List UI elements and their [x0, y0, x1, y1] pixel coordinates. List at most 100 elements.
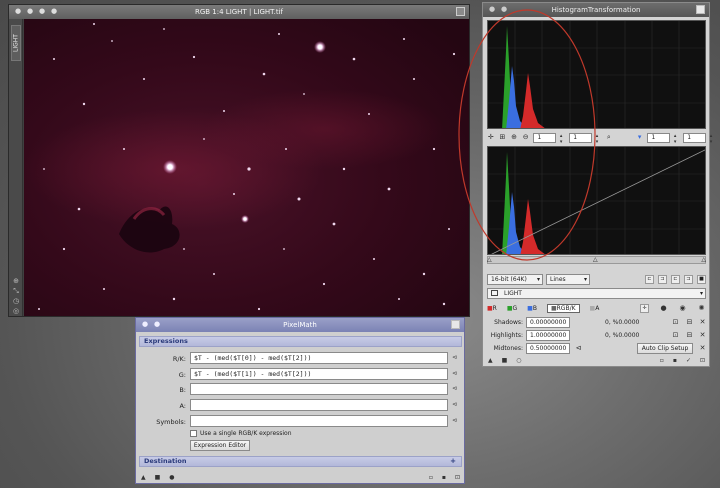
apply-global-icon[interactable]: ● [169, 474, 174, 481]
new-instance-icon[interactable]: ▲ [488, 357, 493, 364]
view-tab-light[interactable]: LIGHT [11, 25, 21, 61]
highlights-clip-icon[interactable]: ⊟ [685, 331, 694, 340]
shadows-clip-readout: 0, %0.0000 [605, 319, 640, 326]
highlights-arrow-icon[interactable]: ✕ [698, 331, 707, 340]
pixelmath-window-titlebar[interactable]: ● ● PixelMath [136, 318, 464, 332]
dot-icon[interactable]: ● [659, 304, 668, 313]
view-select[interactable]: LIGHT [487, 288, 706, 299]
target-icon[interactable]: ◉ [678, 304, 687, 313]
depth-select[interactable]: 16-bit (64K) [487, 274, 543, 285]
shadows-field[interactable]: 0.00000000 [526, 317, 570, 328]
expand-icon[interactable]: + [450, 457, 456, 466]
apply-icon[interactable]: ■ [155, 474, 161, 481]
zoom-v2-spinner[interactable]: 1 [683, 132, 714, 145]
sun-icon[interactable]: ✺ [697, 304, 706, 313]
options-icon[interactable]: ⊡ [700, 357, 705, 364]
midtones-reset-icon[interactable]: ⊲ [574, 344, 583, 353]
apply-icon[interactable]: ■ [502, 357, 508, 364]
highlights-field[interactable]: 1.00000000 [526, 330, 570, 341]
image-window-titlebar[interactable]: ● ● ● ● RGB 1:4 LIGHT | LIGHT.tif [9, 5, 469, 19]
b-arrow-icon[interactable]: ⊲ [452, 385, 457, 392]
shadows-clip-icon[interactable]: ⊟ [685, 318, 694, 327]
pixelmath-window[interactable]: ● ● PixelMath Expressions R/K: $T - (med… [135, 317, 465, 484]
shrink-icon[interactable]: ⤡ [12, 287, 20, 295]
image-canvas[interactable] [24, 19, 469, 316]
readout-icon[interactable]: ■ [697, 275, 706, 284]
shade-icon[interactable]: ● [27, 8, 33, 15]
symbols-arrow-icon[interactable]: ⊲ [452, 417, 457, 424]
options-icon[interactable]: ▪ [442, 474, 446, 481]
close-icon[interactable]: ● [15, 8, 21, 15]
rk-expression-input[interactable]: $T - (med($T[0]) - med($T[2])) [190, 352, 448, 364]
maximize-icon[interactable]: ● [51, 8, 57, 15]
channel-r[interactable]: ■R [487, 305, 497, 312]
highlights-label: Highlights: [490, 332, 523, 339]
shadows-reset-icon[interactable]: ⊡ [671, 318, 680, 327]
image-icon [491, 290, 498, 296]
shadows-label: Shadows: [494, 319, 523, 326]
image-side-bar: LIGHT ⊕ ⤡ ◷ ◎ [9, 19, 23, 316]
highlights-row: Highlights: 1.00000000 0, %0.0000 ⊡ ⊟ ✕ [487, 330, 706, 342]
view-select-value: LIGHT [504, 290, 522, 297]
nav-icon[interactable]: ◎ [12, 307, 20, 315]
zoom-icon[interactable]: ⊕ [12, 277, 20, 285]
pixelmath-window-title: PixelMath [283, 321, 317, 329]
graph-style-select[interactable]: Lines [546, 274, 590, 285]
a-arrow-icon[interactable]: ⊲ [452, 401, 457, 408]
single-expression-option[interactable]: Use a single RGB/K expression [190, 430, 292, 437]
window-menu-icon[interactable] [451, 320, 460, 329]
symbols-input[interactable] [190, 415, 448, 427]
destination-section-header[interactable]: Destination + [139, 456, 462, 467]
highlights-reset-icon[interactable]: ⊡ [671, 331, 680, 340]
apply-global-icon[interactable]: ○ [516, 357, 521, 364]
expression-editor-button[interactable]: Expression Editor [190, 440, 250, 451]
shadows-arrow-icon[interactable]: ✕ [698, 318, 707, 327]
single-expression-checkbox[interactable] [190, 430, 197, 437]
channel-rgbk[interactable]: ■RGB/K [546, 304, 580, 313]
auto-clip-setup-button[interactable]: Auto Clip Setup [637, 343, 693, 354]
single-expression-label: Use a single RGB/K expression [200, 430, 292, 437]
highlights-handle-icon[interactable]: △ [701, 257, 706, 263]
shade-icon[interactable]: ● [154, 321, 160, 328]
plot-icon[interactable]: ▾ [636, 133, 644, 142]
search-icon[interactable]: ⌕ [605, 133, 613, 142]
info-icon[interactable]: ⊡ [455, 474, 460, 481]
preview-icon[interactable]: ▫ [660, 357, 664, 364]
a-label: A: [179, 402, 186, 410]
image-window[interactable]: ● ● ● ● RGB 1:4 LIGHT | LIGHT.tif LIGHT … [8, 4, 470, 317]
properties-icon[interactable]: ◷ [12, 297, 20, 305]
window-menu-icon[interactable] [696, 5, 705, 14]
pixelmath-bottom-bar: ▲ ■ ● ▫ ▪ ⊡ [136, 471, 464, 483]
a-expression-input[interactable] [190, 399, 448, 411]
b-label: B: [179, 386, 186, 394]
rk-arrow-icon[interactable]: ⊲ [452, 354, 457, 361]
annotation-ellipse [458, 9, 596, 261]
midtones-arrow-icon[interactable]: ✕ [698, 344, 707, 353]
channel-a[interactable]: ■A [590, 305, 600, 312]
graph-icon[interactable]: ⊐ [684, 275, 693, 284]
midtones-field[interactable]: 0.50000000 [526, 343, 570, 354]
crosshair-icon[interactable]: ✛ [640, 304, 649, 313]
zoom-h2-spinner[interactable]: 1 [647, 132, 678, 145]
new-instance-icon[interactable]: ▲ [141, 474, 146, 481]
lock-icon[interactable]: ⊏ [671, 275, 680, 284]
close-icon[interactable]: ● [142, 321, 148, 328]
b-expression-input[interactable] [190, 383, 448, 395]
g-expression-input[interactable]: $T - (med($T[1]) - med($T[2])) [190, 368, 448, 380]
expressions-section-header[interactable]: Expressions [139, 336, 462, 347]
reject-saturated-icon[interactable]: ⊏ [645, 275, 654, 284]
g-label: G: [178, 371, 186, 379]
track-view-icon[interactable]: ⊐ [658, 275, 667, 284]
minimize-icon[interactable]: ● [39, 8, 45, 15]
reset-icon[interactable]: ▪ [673, 357, 677, 364]
view-tab-label: LIGHT [12, 34, 20, 52]
track-icon[interactable]: ✓ [686, 357, 691, 364]
channel-g[interactable]: ■G [507, 305, 517, 312]
rk-label: R/K: [172, 355, 186, 363]
g-arrow-icon[interactable]: ⊲ [452, 370, 457, 377]
channel-b[interactable]: ■B [527, 305, 537, 312]
channel-row: ■R ■G ■B ■RGB/K ■A ✛ ● ◉ ✺ [487, 303, 706, 314]
astro-image [24, 19, 469, 316]
reset-icon[interactable]: ▫ [429, 474, 433, 481]
shadows-row: Shadows: 0.00000000 0, %0.0000 ⊡ ⊟ ✕ [487, 317, 706, 329]
